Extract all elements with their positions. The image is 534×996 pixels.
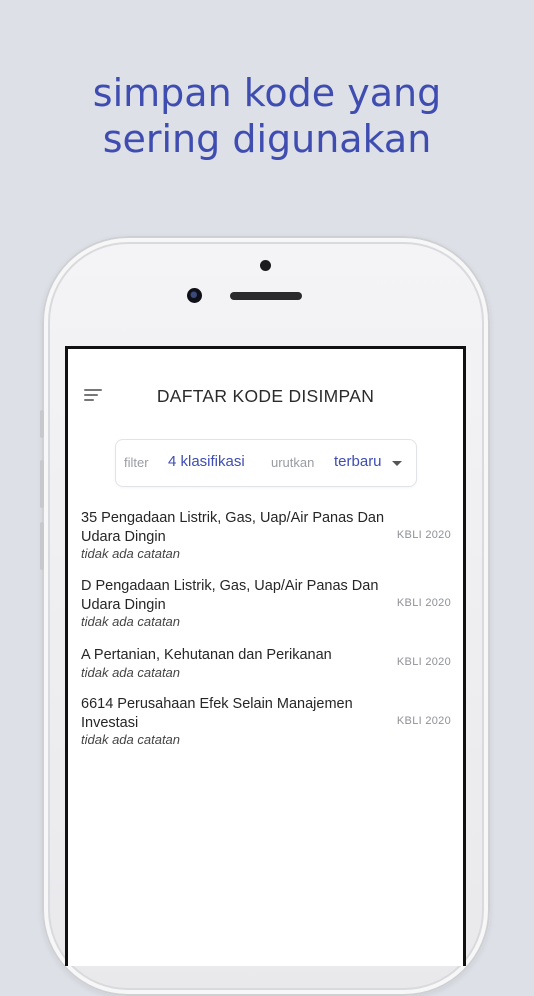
list-item[interactable]: 35 Pengadaan Listrik, Gas, Uap/Air Panas… [81, 509, 451, 562]
sort-label: urutkan [271, 455, 315, 470]
list-item-tag: KBLI 2020 [396, 597, 451, 609]
earpiece-speaker [230, 292, 302, 300]
list-item-note: tidak ada catatan [81, 664, 181, 680]
app-screen: DAFTAR KODE DISIMPAN filter 4 klasifikas… [68, 349, 463, 966]
list-item-tag: KBLI 2020 [396, 656, 451, 668]
promo-headline: simpan kode yang sering digunakan [0, 70, 534, 162]
list-item[interactable]: A Pertanian, Kehutanan dan Perikanan tid… [81, 646, 451, 681]
list-item-note: tidak ada catatan [81, 614, 181, 629]
promo-headline-line2: sering digunakan [102, 117, 432, 161]
sort-value-button[interactable]: terbaru [334, 453, 382, 470]
list-item-note: tidak ada catatan [81, 732, 181, 747]
list-item[interactable]: D Pengadaan Listrik, Gas, Uap/Air Panas … [81, 577, 451, 630]
phone-screen: DAFTAR KODE DISIMPAN filter 4 klasifikas… [65, 346, 466, 966]
caret-down-icon[interactable] [392, 461, 402, 466]
page-title: DAFTAR KODE DISIMPAN [156, 386, 375, 406]
phone-side-button [40, 410, 44, 438]
list-item-title: 35 Pengadaan Listrik, Gas, Uap/Air Panas… [81, 510, 385, 545]
list-item-tag: KBLI 2020 [396, 529, 451, 541]
filter-value-button[interactable]: 4 klasifikasi [168, 453, 245, 470]
list-item-title: 6614 Perusahaan Efek Selain Manajemen In… [81, 696, 353, 731]
front-camera-icon [187, 288, 202, 303]
list-item-tag: KBLI 2020 [396, 715, 451, 727]
filter-bar: filter 4 klasifikasi urutkan terbaru [115, 439, 417, 487]
list-item-title: D Pengadaan Listrik, Gas, Uap/Air Panas … [81, 578, 379, 613]
list-item-note: tidak ada catatan [81, 546, 181, 561]
list-item[interactable]: 6614 Perusahaan Efek Selain Manajemen In… [81, 695, 451, 748]
proximity-sensor-icon [260, 260, 271, 271]
filter-label: filter [124, 455, 149, 470]
list-item-title: A Pertanian, Kehutanan dan Perikanan [81, 647, 332, 663]
phone-side-button [40, 460, 44, 508]
phone-side-button [40, 522, 44, 570]
promo-headline-line1: simpan kode yang [92, 71, 442, 115]
